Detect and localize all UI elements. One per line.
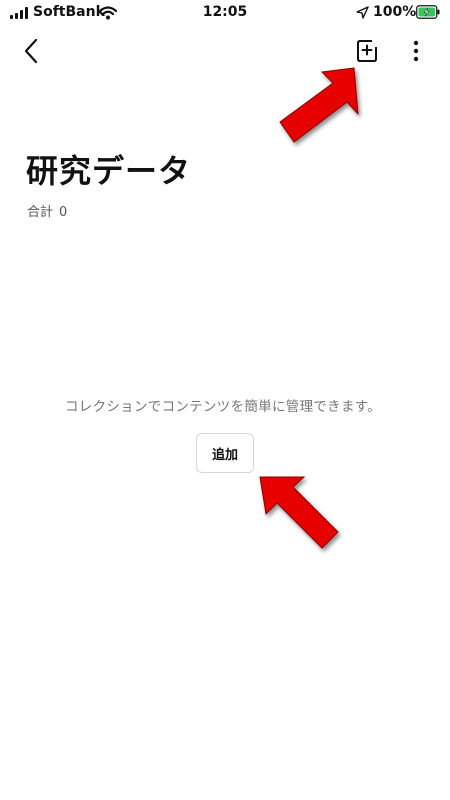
- collection-screen: SoftBank 12:05 100% 研究データ 合計 0 コレクションでコン…: [0, 0, 450, 800]
- total-count: 0: [59, 205, 68, 220]
- total-count-row: 合計 0: [27, 201, 67, 220]
- chevron-left-icon: [24, 38, 38, 64]
- add-button[interactable]: 追加: [196, 433, 254, 473]
- battery-percent: 100%: [373, 4, 417, 20]
- total-label: 合計: [27, 205, 54, 220]
- battery-charging-icon: [416, 5, 440, 19]
- collection-title: 研究データ: [26, 152, 192, 190]
- annotation-arrow-bottom: [259, 476, 339, 549]
- annotation-arrow-top: [279, 67, 359, 143]
- empty-state-message: コレクションでコンテンツを簡単に管理できます。: [64, 399, 382, 415]
- status-bar: SoftBank 12:05 100%: [0, 0, 450, 26]
- back-button[interactable]: [18, 36, 48, 66]
- more-button[interactable]: [405, 38, 427, 64]
- location-arrow-icon: [356, 6, 369, 19]
- add-content-icon: [357, 40, 377, 62]
- vertical-ellipsis-icon: [413, 40, 419, 62]
- add-content-button[interactable]: [355, 37, 383, 65]
